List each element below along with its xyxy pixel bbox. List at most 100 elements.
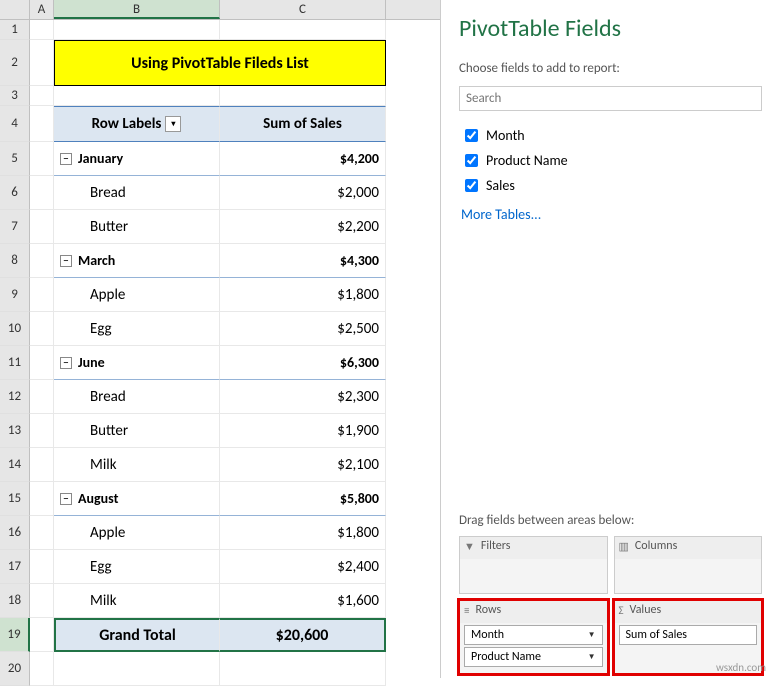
row-header-13[interactable]: 13 <box>0 414 30 448</box>
pivot-row-label[interactable]: −January <box>54 142 220 176</box>
row-headers: 1234567891011121314151617181920 <box>0 20 30 686</box>
rows-label: Rows <box>475 603 501 617</box>
pane-title: PivotTable Fields <box>459 14 762 43</box>
pivot-row-value[interactable]: $1,600 <box>220 584 386 618</box>
row-header-7[interactable]: 7 <box>0 210 30 244</box>
collapse-icon[interactable]: − <box>60 493 72 505</box>
field-label: Sales <box>486 177 515 194</box>
grand-total-label[interactable]: Grand Total <box>54 618 220 652</box>
columns-area[interactable]: ▥ Columns <box>614 536 763 594</box>
columns-label: Columns <box>635 539 677 553</box>
field-item[interactable]: Product Name <box>459 148 762 173</box>
row-header-18[interactable]: 18 <box>0 584 30 618</box>
row-header-11[interactable]: 11 <box>0 346 30 380</box>
row-header-4[interactable]: 4 <box>0 106 30 142</box>
more-tables-link[interactable]: More Tables... <box>459 198 762 231</box>
field-checkbox[interactable] <box>465 129 478 142</box>
grid: Using PivotTable Fileds List Row Labels▾S… <box>30 20 386 686</box>
sum-sales-header[interactable]: Sum of Sales <box>220 106 386 142</box>
field-label: Product Name <box>486 152 568 169</box>
filter-icon: ▼ <box>464 540 475 553</box>
pivot-row-value[interactable]: $2,000 <box>220 176 386 210</box>
pivot-row-label[interactable]: Apple <box>54 278 220 312</box>
filters-area[interactable]: ▼Filters <box>459 536 608 594</box>
pivot-row-label[interactable]: Bread <box>54 176 220 210</box>
row-header-2[interactable]: 2 <box>0 40 30 86</box>
title-cell[interactable]: Using PivotTable Fileds List <box>54 40 386 86</box>
row-header-5[interactable]: 5 <box>0 142 30 176</box>
area-item-label: Month <box>471 628 504 642</box>
pivot-row-value[interactable]: $2,200 <box>220 210 386 244</box>
row-labels-header[interactable]: Row Labels▾ <box>54 106 220 142</box>
pivot-row-value[interactable]: $2,300 <box>220 380 386 414</box>
select-all-corner[interactable] <box>0 0 30 19</box>
row-header-19[interactable]: 19 <box>0 618 30 652</box>
pivot-row-value[interactable]: $6,300 <box>220 346 386 380</box>
row-header-14[interactable]: 14 <box>0 448 30 482</box>
area-item[interactable]: Sum of Sales <box>619 625 758 645</box>
collapse-icon[interactable]: − <box>60 153 72 165</box>
row-header-20[interactable]: 20 <box>0 652 30 686</box>
col-header-B[interactable]: B <box>54 0 220 19</box>
column-headers: A B C <box>0 0 440 20</box>
row-header-16[interactable]: 16 <box>0 516 30 550</box>
grand-total-value[interactable]: $20,600 <box>220 618 386 652</box>
area-item[interactable]: Product Name ▼ <box>464 647 603 667</box>
area-item-label: Product Name <box>471 650 541 664</box>
row-header-17[interactable]: 17 <box>0 550 30 584</box>
collapse-icon[interactable]: − <box>60 357 72 369</box>
pivot-row-value[interactable]: $2,100 <box>220 448 386 482</box>
row-header-1[interactable]: 1 <box>0 20 30 40</box>
pivot-row-label[interactable]: −June <box>54 346 220 380</box>
pivot-row-value[interactable]: $4,300 <box>220 244 386 278</box>
collapse-icon[interactable]: − <box>60 255 72 267</box>
row-header-8[interactable]: 8 <box>0 244 30 278</box>
chevron-down-icon[interactable]: ▼ <box>588 652 596 662</box>
columns-icon: ▥ <box>619 540 629 553</box>
pivot-row-label[interactable]: Butter <box>54 210 220 244</box>
pivot-row-label[interactable]: −August <box>54 482 220 516</box>
field-checkbox[interactable] <box>465 154 478 167</box>
rows-area[interactable]: ≡ Rows Month ▼ Product Name ▼ <box>459 600 608 674</box>
row-header-6[interactable]: 6 <box>0 176 30 210</box>
values-label: Values <box>630 603 662 617</box>
area-item[interactable]: Month ▼ <box>464 625 603 645</box>
pivot-row-label[interactable]: Egg <box>54 550 220 584</box>
col-header-C[interactable]: C <box>220 0 386 19</box>
pivot-row-value[interactable]: $1,900 <box>220 414 386 448</box>
drag-label: Drag fields between areas below: <box>459 513 762 528</box>
values-icon: Σ <box>619 604 624 617</box>
col-header-A[interactable]: A <box>30 0 54 19</box>
watermark: wsxdn.com <box>716 661 766 674</box>
pivot-row-value[interactable]: $2,500 <box>220 312 386 346</box>
search-input[interactable] <box>459 86 762 111</box>
pivot-row-label[interactable]: Milk <box>54 584 220 618</box>
pivot-row-label[interactable]: −March <box>54 244 220 278</box>
row-header-15[interactable]: 15 <box>0 482 30 516</box>
row-header-3[interactable]: 3 <box>0 86 30 106</box>
field-item[interactable]: Sales <box>459 173 762 198</box>
pivot-row-value[interactable]: $5,800 <box>220 482 386 516</box>
chevron-down-icon[interactable]: ▼ <box>588 630 596 640</box>
field-label: Month <box>486 127 525 144</box>
pivot-row-label[interactable]: Butter <box>54 414 220 448</box>
row-header-10[interactable]: 10 <box>0 312 30 346</box>
field-checkbox[interactable] <box>465 179 478 192</box>
pivot-row-label[interactable]: Milk <box>54 448 220 482</box>
row-header-12[interactable]: 12 <box>0 380 30 414</box>
row-header-9[interactable]: 9 <box>0 278 30 312</box>
pivot-row-value[interactable]: $1,800 <box>220 278 386 312</box>
pivot-row-label[interactable]: Apple <box>54 516 220 550</box>
filter-dropdown-icon[interactable]: ▾ <box>165 116 181 132</box>
pivot-row-value[interactable]: $2,400 <box>220 550 386 584</box>
pivot-row-label[interactable]: Egg <box>54 312 220 346</box>
pivottable-fields-pane: PivotTable Fields Choose fields to add t… <box>440 0 772 678</box>
field-item[interactable]: Month <box>459 123 762 148</box>
pivot-row-label[interactable]: Bread <box>54 380 220 414</box>
pivot-row-value[interactable]: $4,200 <box>220 142 386 176</box>
field-list: Month Product Name Sales <box>459 123 762 198</box>
worksheet[interactable]: A B C 1234567891011121314151617181920 Us… <box>0 0 440 678</box>
pivot-row-value[interactable]: $1,800 <box>220 516 386 550</box>
rows-icon: ≡ <box>464 604 469 617</box>
area-item-label: Sum of Sales <box>626 628 688 642</box>
